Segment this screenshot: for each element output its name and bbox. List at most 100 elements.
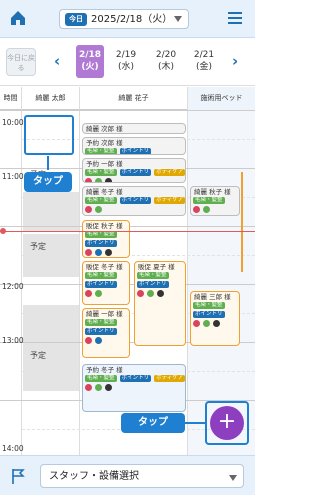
date-tab-date: 2/20 [155, 50, 177, 60]
appointment-customer-name: 綺麗 三郎 様 [194, 293, 231, 301]
time-label: 14:00 [2, 444, 24, 453]
current-time-line [0, 231, 255, 232]
appointment-card[interactable]: 綺麗 冬子 様 毛染・髪整 ポイントリ ボディケア [82, 186, 186, 216]
status-icons [83, 383, 185, 392]
hamburger-menu-icon[interactable] [226, 9, 244, 27]
status-icons [191, 319, 239, 328]
status-icon [147, 290, 155, 297]
date-strip: 今日に戻る ‹ 2/18 (火) 2/19 (水) 2/20 (木) 2/21 … [0, 38, 255, 86]
column-header-equipment[interactable]: 施術用ベッド [188, 87, 255, 110]
flag-icon[interactable] [10, 467, 26, 485]
date-tab-date: 2/19 [115, 50, 137, 60]
date-tab-2-21[interactable]: 2/21 (金) [190, 45, 218, 78]
time-label: 13:00 [2, 336, 24, 345]
today-badge: 今日 [65, 13, 87, 26]
appointment-card[interactable]: 販促 秋子 様 毛染・髪整 ポイントリ [82, 220, 130, 258]
tap-callout-label: タップ [24, 172, 72, 192]
column-header-time: 時間 [0, 87, 22, 110]
appointment-card[interactable]: 綺麗 一郎 様 毛染・髪整 ポイントリ [82, 308, 130, 358]
date-selector[interactable]: 今日 2025/2/18（火） [59, 9, 189, 29]
status-icons [83, 248, 129, 257]
tap-highlight-empty-slot[interactable] [24, 115, 74, 155]
service-tag: 毛染・髪整 [137, 272, 169, 279]
current-date-label: 2025/2/18（火） [91, 14, 173, 25]
service-tags: ポイントリ [191, 311, 239, 319]
home-icon[interactable] [8, 8, 28, 28]
service-tag: 毛染・髪整 [193, 197, 225, 204]
appointment-customer-name: 綺麗 秋子 様 [194, 188, 231, 196]
tap-callout-stem [185, 422, 205, 424]
column-header-staff-1[interactable]: 綺麗 太郎 [22, 87, 80, 110]
appointment-customer-name: 綺麗 冬子 様 [86, 188, 123, 196]
appointment-card[interactable]: 綺麗 秋子 様 毛染・髪整 [190, 186, 240, 216]
service-tags: ポイントリ [83, 281, 129, 289]
staff-1-column[interactable] [22, 110, 80, 455]
staff-equipment-select-label: スタッフ・設備選択 [49, 471, 139, 482]
back-to-today-button[interactable]: 今日に戻る [6, 48, 36, 76]
status-icons [83, 177, 185, 182]
appointment-customer-name: 予約 一郎 様 [86, 160, 123, 168]
status-icon [137, 290, 144, 297]
chevron-right-icon[interactable]: › [232, 52, 238, 70]
service-tag: 毛染・髪整 [85, 375, 117, 382]
service-tag: ポイントリ [85, 240, 117, 247]
add-appointment-button[interactable]: + [210, 406, 244, 440]
schedule-block-label: 予定 [30, 351, 46, 360]
appointment-card[interactable]: 販促 冬子 様 毛染・髪整 ポイントリ [82, 261, 130, 305]
status-icon [203, 206, 211, 213]
column-header-staff-2[interactable]: 綺麗 花子 [80, 87, 188, 110]
time-label: 12:00 [2, 282, 24, 291]
equipment-marker [241, 172, 243, 272]
chevron-left-icon[interactable]: ‹ [54, 52, 60, 70]
chevron-down-icon [229, 475, 237, 481]
service-tag: ボディケア [154, 375, 185, 382]
service-tag: ポイントリ [193, 311, 225, 318]
date-tab-2-20[interactable]: 2/20 (木) [152, 45, 180, 78]
appointment-customer-name: 販促 冬子 様 [86, 263, 123, 271]
date-tab-date: 2/21 [193, 50, 215, 60]
appointment-card[interactable]: 綺麗 三郎 様 毛染・髪整 ポイントリ [190, 291, 240, 346]
status-icons [83, 205, 185, 214]
appointment-card[interactable]: 予約 一郎 様 毛染・髪整 ポイントリ ボディケア [82, 158, 186, 183]
service-tags: 毛染・髪整 ポイントリ ボディケア [83, 197, 185, 205]
status-icon [85, 290, 92, 297]
status-icon [193, 320, 200, 327]
status-icon [105, 249, 113, 256]
staff-equipment-select[interactable]: スタッフ・設備選択 [40, 464, 244, 488]
status-icon [105, 178, 113, 182]
appointment-customer-name: 販促 夏子 様 [138, 263, 175, 271]
service-tags: 毛染・髪整 [83, 319, 129, 327]
date-tab-2-19[interactable]: 2/19 (水) [112, 45, 140, 78]
date-tab-date: 2/18 [78, 50, 102, 60]
status-icon [203, 320, 211, 327]
appointment-card[interactable]: 予約 次郎 様 毛染・髪整 ポイントリ [82, 137, 186, 155]
appointment-card[interactable]: 予約 冬子 様 毛染・髪整 ポイントリ ボディケア [82, 364, 186, 412]
appointment-customer-name: 綺麗 次郎 様 [86, 125, 123, 133]
status-icon [85, 206, 92, 213]
status-icon [85, 337, 92, 344]
service-tag: ポイントリ [119, 148, 152, 154]
service-tags: 毛染・髪整 ポイントリ [83, 148, 185, 154]
service-tag: 毛染・髪整 [85, 231, 117, 238]
service-tag: ポイントリ [119, 169, 152, 176]
status-icon [95, 384, 103, 391]
hour-line [0, 110, 255, 111]
service-tag: ポイントリ [85, 281, 117, 288]
appointment-card[interactable]: 綺麗 次郎 様 [82, 123, 186, 134]
status-icon [85, 384, 92, 391]
status-icon [85, 249, 92, 256]
status-icon [95, 178, 103, 182]
service-tag: ポイントリ [85, 328, 117, 335]
date-tab-weekday: (木) [157, 62, 175, 72]
status-icons [135, 289, 185, 298]
appointment-customer-name: 予約 次郎 様 [86, 139, 123, 147]
status-icon [95, 249, 103, 256]
date-tab-2-18[interactable]: 2/18 (火) [76, 45, 104, 78]
service-tags: 毛染・髪整 [83, 272, 129, 280]
unavailable-block [23, 305, 79, 391]
tap-callout-stem [47, 156, 49, 170]
chevron-down-icon [174, 16, 182, 22]
service-tags: 毛染・髪整 [83, 231, 129, 239]
appointment-card[interactable]: 販促 夏子 様 毛染・髪整 ポイントリ [134, 261, 186, 346]
service-tag: 毛染・髪整 [85, 272, 117, 279]
